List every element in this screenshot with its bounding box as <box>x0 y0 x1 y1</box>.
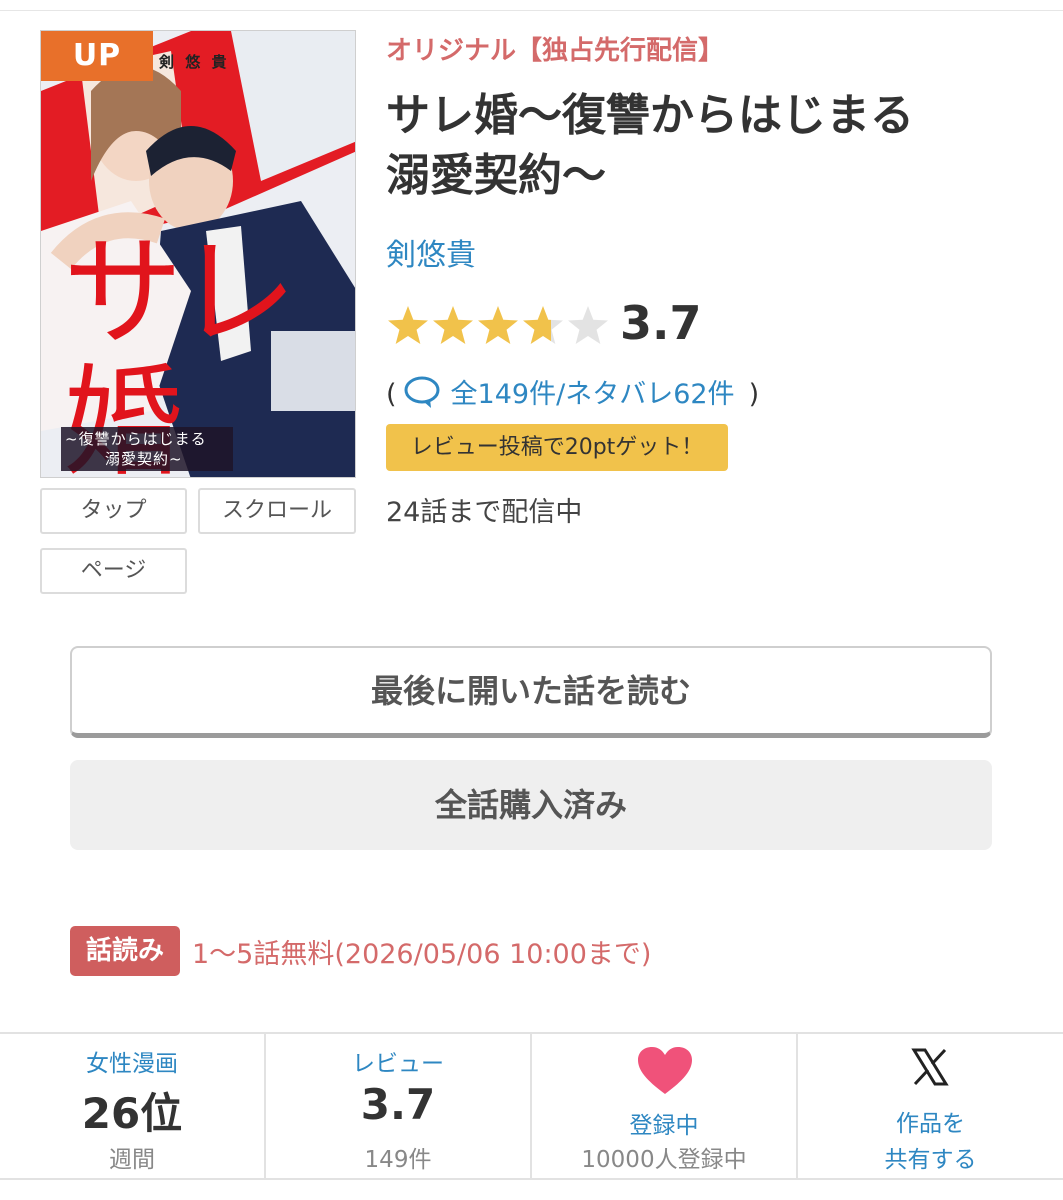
favorite-label: 登録中 <box>629 1113 699 1139</box>
series-title: サレ婚〜復讐からはじまる 溺愛契約〜 <box>386 86 1026 206</box>
share-label-line2: 共有する <box>884 1147 977 1173</box>
review-reward-badge[interactable]: レビュー投稿で20ptゲット！ <box>386 424 728 471</box>
read-last-opened-button[interactable]: 最後に開いた話を読む <box>70 646 992 738</box>
comment-bubble-icon <box>403 375 441 416</box>
review-count: 149件 <box>364 1147 432 1173</box>
free-episodes-badge: 話読み <box>70 926 180 976</box>
series-title-line2: 溺愛契約〜 <box>386 150 606 201</box>
star-icon <box>478 306 518 344</box>
view-mode-scroll-button[interactable]: スクロール <box>198 488 356 534</box>
review-score: 3.7 <box>360 1080 436 1129</box>
favorite-count: 10000人登録中 <box>581 1147 747 1173</box>
review-summary: ( 全149件/ネタバレ62件) <box>386 372 759 416</box>
cover-author-print: 剣 悠 貴 <box>159 53 230 71</box>
episode-status: 24話まで配信中 <box>386 497 583 528</box>
rating-value: 3.7 <box>620 296 702 350</box>
top-divider <box>0 10 1063 11</box>
review-all-link[interactable]: 全149件 <box>451 379 557 410</box>
x-logo-icon <box>911 1048 949 1090</box>
ranking-label: 女性漫画 <box>86 1051 178 1077</box>
share-label-line1: 作品を <box>896 1111 965 1137</box>
review-close-paren: ) <box>748 379 760 410</box>
view-mode-tap-button[interactable]: タップ <box>40 488 187 534</box>
heart-icon <box>636 1046 694 1100</box>
ranking-cell[interactable]: 女性漫画 26位 週間 <box>0 1034 266 1180</box>
cover-subtitle: ~復讐からはじまる 溺愛契約~ <box>61 427 233 471</box>
cover-subtitle-line1: ~復讐からはじまる <box>65 430 207 448</box>
star-rating <box>386 304 612 348</box>
cover-subtitle-line2: 溺愛契約~ <box>105 450 183 468</box>
review-label: レビュー <box>352 1051 444 1077</box>
free-episodes-text: 1〜5話無料(2026/05/06 10:00まで) <box>192 939 652 970</box>
author-link[interactable]: 剣悠貴 <box>386 230 476 274</box>
star-icon <box>388 306 428 344</box>
ranking-period: 週間 <box>109 1147 155 1173</box>
series-title-line1: サレ婚〜復讐からはじまる <box>386 90 914 141</box>
stats-bar: 女性漫画 26位 週間 レビュー 3.7 149件 登録中 10000人登録中 … <box>0 1032 1063 1180</box>
favorite-cell[interactable]: 登録中 10000人登録中 <box>532 1034 798 1180</box>
exclusive-label: オリジナル【独占先行配信】 <box>386 36 725 66</box>
star-rating-icons <box>388 306 608 344</box>
review-spoiler-link[interactable]: ネタバレ62件 <box>565 379 734 410</box>
ranking-value: 26位 <box>81 1089 183 1138</box>
star-icon <box>523 306 563 344</box>
cover-image[interactable]: サレ婚 UP 剣 悠 貴 ~復讐からはじまる 溺愛契約~ <box>40 30 356 478</box>
review-open-paren: ( <box>386 379 397 410</box>
all-purchased-button[interactable]: 全話購入済み <box>70 760 992 850</box>
star-icon <box>433 306 473 344</box>
review-cell[interactable]: レビュー 3.7 149件 <box>266 1034 532 1180</box>
star-icon <box>568 306 608 344</box>
share-cell[interactable]: 作品を 共有する <box>798 1034 1063 1180</box>
review-separator: / <box>556 379 566 410</box>
up-badge: UP <box>41 31 153 81</box>
view-mode-page-button[interactable]: ページ <box>40 548 187 594</box>
